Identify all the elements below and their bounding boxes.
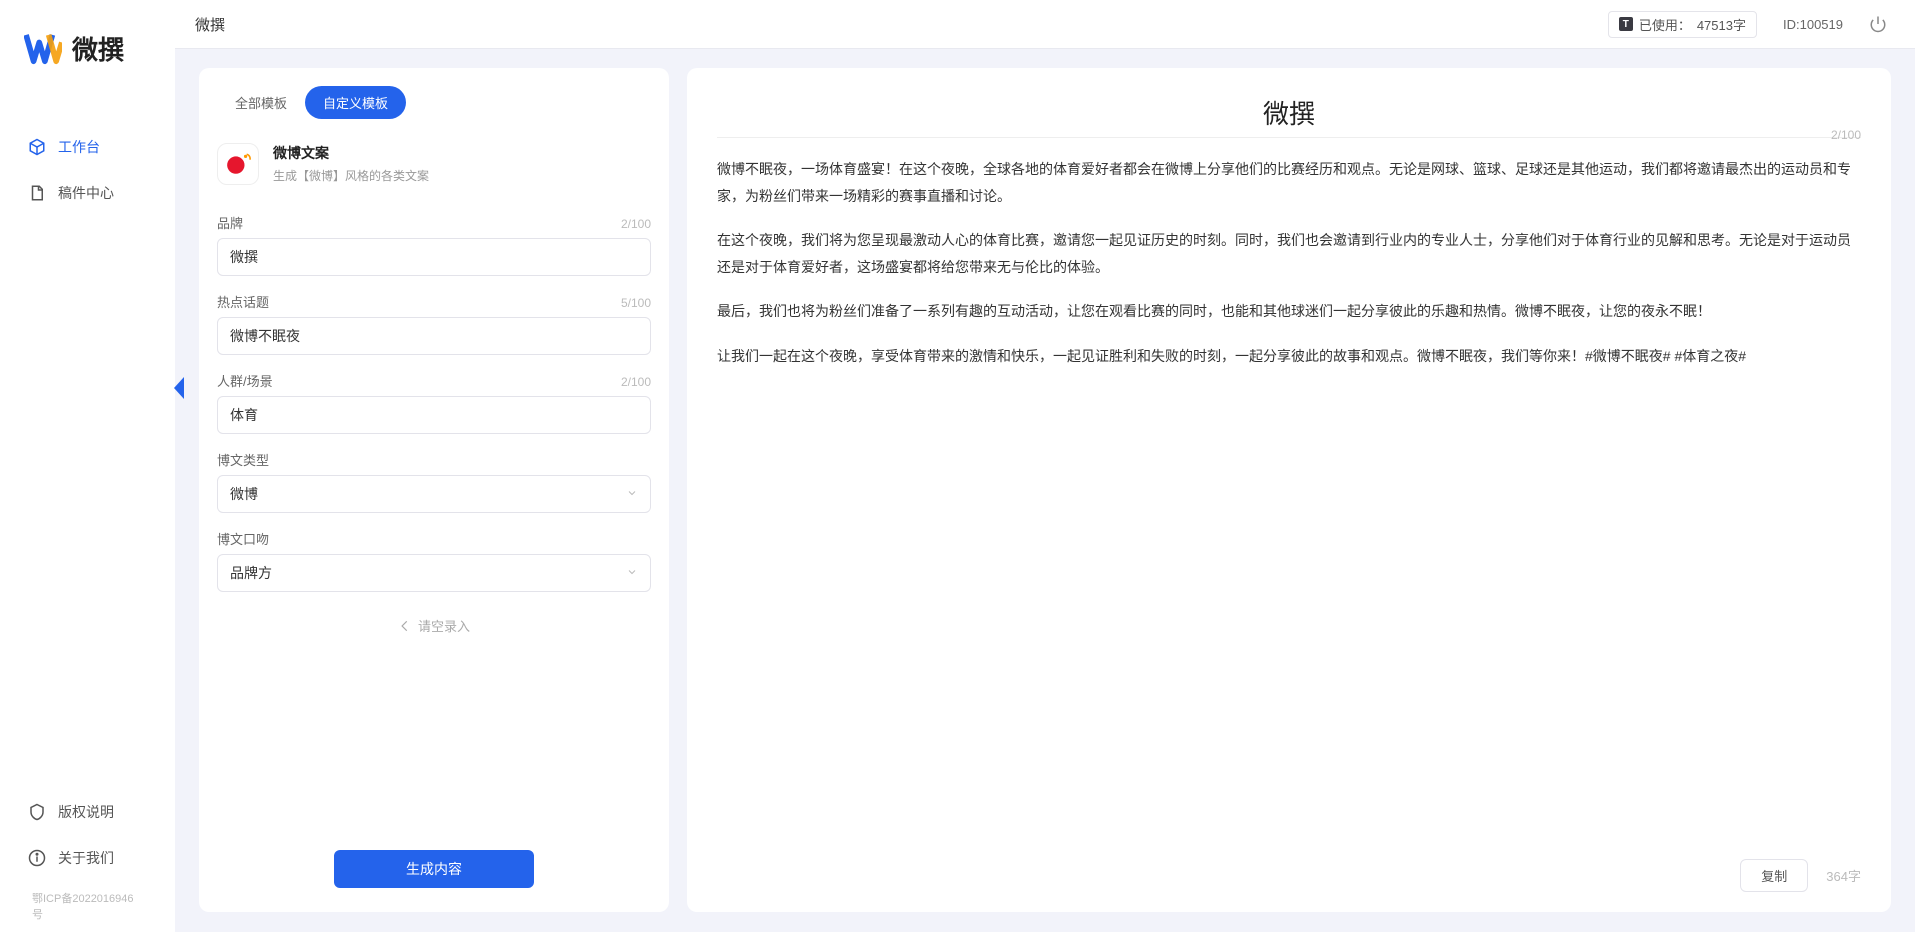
field-counter-brand: 2/100 [621, 217, 651, 231]
field-counter-scene: 2/100 [621, 375, 651, 389]
usage-value: 47513字 [1697, 15, 1746, 34]
back-icon [398, 619, 412, 633]
shield-icon [28, 803, 46, 821]
logo-icon [24, 33, 62, 65]
template-title: 微博文案 [273, 143, 429, 163]
nav-item-workspace[interactable]: 工作台 [8, 127, 167, 167]
user-id: ID:100519 [1783, 17, 1843, 32]
field-label-ptype: 博文类型 [217, 450, 269, 469]
nav-item-drafts[interactable]: 稿件中心 [8, 173, 167, 213]
chevron-down-icon [626, 565, 638, 581]
sidebar-collapse-handle[interactable] [174, 377, 184, 399]
nav-label: 关于我们 [58, 848, 114, 868]
select-value: 品牌方 [230, 563, 272, 583]
usage-label: 已使用： [1639, 15, 1691, 34]
select-value: 微博 [230, 484, 258, 504]
copy-button[interactable]: 复制 [1740, 859, 1808, 892]
logo: 微撰 [0, 30, 175, 67]
primary-nav: 工作台 稿件中心 [0, 127, 175, 213]
output-divider [717, 137, 1861, 138]
template-desc: 生成【微博】风格的各类文案 [273, 167, 429, 184]
generate-button[interactable]: 生成内容 [334, 850, 534, 888]
char-count: 364字 [1826, 866, 1861, 885]
tab-custom-templates[interactable]: 自定义模板 [305, 86, 406, 119]
page-title: 微撰 [195, 14, 225, 35]
weibo-icon [225, 151, 251, 177]
scene-input[interactable] [217, 396, 651, 434]
nav-label: 版权说明 [58, 802, 114, 822]
text-icon: T [1619, 17, 1633, 31]
output-paragraph: 微博不眠夜，一场体育盛宴！在这个夜晚，全球各地的体育爱好者都会在微博上分享他们的… [717, 156, 1861, 209]
power-icon[interactable] [1869, 15, 1887, 33]
form-body: 品牌 2/100 热点话题 5/100 人群/场景 2/100 博文类型微博博文口吻品牌方请… [199, 203, 669, 635]
form-card: 全部模板 自定义模板 微博文案 生成【微博】风格的各类文案 [199, 68, 669, 912]
template-tabs: 全部模板 自定义模板 [199, 86, 669, 133]
output-paragraph: 让我们一起在这个夜晚，享受体育带来的激情和快乐，一起见证胜利和失败的时刻，一起分… [717, 343, 1861, 370]
field-label-topic: 热点话题 [217, 292, 269, 311]
output-body: 微博不眠夜，一场体育盛宴！在这个夜晚，全球各地的体育爱好者都会在微博上分享他们的… [717, 156, 1861, 849]
info-icon [28, 849, 46, 867]
nav-item-copyright[interactable]: 版权说明 [8, 792, 167, 832]
topic-input[interactable] [217, 317, 651, 355]
logo-text: 微撰 [72, 30, 124, 67]
field-label-tone: 博文口吻 [217, 529, 269, 548]
template-header: 微博文案 生成【微博】风格的各类文案 [199, 133, 669, 203]
field-label-scene: 人群/场景 [217, 371, 273, 390]
chevron-down-icon [626, 486, 638, 502]
output-paragraph: 在这个夜晚，我们将为您呈现最激动人心的体育比赛，邀请您一起见证历史的时刻。同时，… [717, 227, 1861, 280]
brand-input[interactable] [217, 238, 651, 276]
template-avatar [217, 143, 259, 185]
doc-icon [28, 184, 46, 202]
sidebar: 微撰 工作台 稿件中心 版权说明 关于我们 鄂ICP备2022016946号 [0, 0, 175, 932]
field-counter-topic: 5/100 [621, 296, 651, 310]
cube-icon [28, 138, 46, 156]
output-paragraph: 最后，我们也将为粉丝们准备了一系列有趣的互动活动，让您在观看比赛的同时，也能和其… [717, 298, 1861, 325]
nav-label: 工作台 [58, 137, 100, 157]
ptype-select[interactable]: 微博 [217, 475, 651, 513]
empty-hint[interactable]: 请空录入 [217, 616, 651, 635]
usage-badge[interactable]: T 已使用： 47513字 [1608, 11, 1757, 38]
output-title: 微撰 [717, 94, 1861, 131]
icp-text: 鄂ICP备2022016946号 [8, 884, 167, 922]
output-page-indicator: 2/100 [1831, 128, 1861, 142]
sidebar-footer: 版权说明 关于我们 鄂ICP备2022016946号 [0, 792, 175, 922]
tone-select[interactable]: 品牌方 [217, 554, 651, 592]
top-header: 微撰 T 已使用： 47513字 ID:100519 [175, 0, 1915, 48]
field-label-brand: 品牌 [217, 213, 243, 232]
nav-item-about[interactable]: 关于我们 [8, 838, 167, 878]
tab-all-templates[interactable]: 全部模板 [217, 86, 305, 119]
output-card: 微撰 2/100 微博不眠夜，一场体育盛宴！在这个夜晚，全球各地的体育爱好者都会… [687, 68, 1891, 912]
nav-label: 稿件中心 [58, 183, 114, 203]
